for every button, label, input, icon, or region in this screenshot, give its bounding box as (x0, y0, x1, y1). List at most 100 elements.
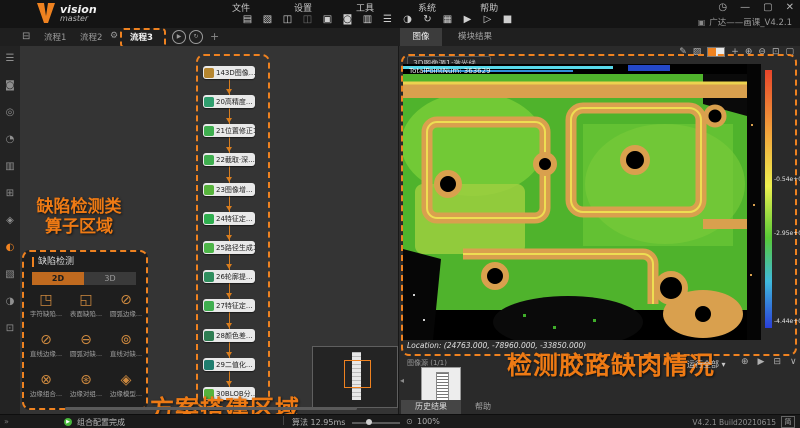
image-process-icon[interactable]: ▧ (5, 270, 14, 280)
import-icon[interactable]: ◫ (300, 13, 315, 26)
project-icon: ▣ (698, 18, 706, 27)
edge-pair-group-defect-icon: ⊛ (66, 372, 106, 388)
image-result-panel: ✎ ▨ + ⊕ ⊖ ⊡ ▢ 3D图像源1:激光线 ⌄ (398, 46, 800, 414)
render-toggle[interactable] (707, 47, 725, 57)
operator-category-rail: ☰ ◙ ◎ ◔ ▥ ⊞ ◈ ◐ ▧ ◑ ⊡ (0, 46, 20, 414)
open-icon[interactable]: ▧ (260, 13, 275, 26)
color-process-icon[interactable]: ◑ (6, 297, 15, 307)
flow-node[interactable]: 29二值化... (203, 358, 255, 371)
delete-icon[interactable]: ⊟ (773, 357, 781, 367)
operator-arc-pair-defect[interactable]: ⊖圆弧对缺... (66, 332, 106, 358)
operator-edge-model-defect[interactable]: ◈边缘模型... (106, 372, 146, 398)
data-list-icon[interactable]: ☰ (380, 13, 395, 26)
wrench-icon[interactable]: ⚙ (110, 31, 118, 41)
height-colorbar (765, 70, 772, 328)
flow-list-icon[interactable]: ⊟ (22, 31, 30, 42)
crosshair-icon[interactable]: + (731, 46, 739, 58)
theme-icon[interactable]: ◷ (718, 2, 727, 13)
add-icon[interactable]: ⊕ (741, 357, 749, 367)
operator-line-edge-defect[interactable]: ⊘直线边缘... (26, 332, 66, 358)
run-icon[interactable]: ▶ (758, 357, 765, 367)
3d-heightmap-view[interactable] (403, 64, 761, 340)
fullscreen-icon[interactable]: ▢ (785, 46, 794, 58)
display-mode-icon[interactable]: ▨ (693, 46, 702, 58)
flow-node[interactable]: 22截取·深... (203, 153, 255, 166)
expand-icon[interactable]: » (4, 417, 9, 426)
tab-help[interactable]: 帮助 (465, 400, 501, 414)
tab-history-result[interactable]: 历史结果 (401, 400, 461, 414)
barcode-icon[interactable]: ▥ (360, 13, 375, 26)
run-once-icon[interactable]: ▷ (480, 13, 495, 26)
operator-surface-defect[interactable]: ◱表面缺陷... (66, 292, 106, 318)
defect-tools-icon[interactable]: ◐ (6, 243, 15, 253)
operator-char-defect[interactable]: ◳字符缺陷... (26, 292, 66, 318)
flow-node[interactable]: 25路径生成1 (203, 241, 255, 254)
stop-icon[interactable]: ■ (500, 13, 515, 26)
contrast-icon[interactable]: ◑ (400, 13, 415, 26)
tab-module-result[interactable]: 模块结果 (446, 28, 504, 46)
defect-tab-2d[interactable]: 2D (32, 272, 84, 285)
run-continuous-icon[interactable]: ▶ (460, 13, 475, 26)
window-controls: ◷ — ▢ ✕ (718, 2, 794, 13)
zoom-icon: ⊙ (406, 417, 413, 426)
defect-tab-3d[interactable]: 3D (84, 272, 136, 285)
zoom-out-icon[interactable]: ⊖ (758, 46, 766, 58)
language-badge[interactable]: 简 (781, 416, 795, 428)
node-icon (204, 185, 214, 195)
preview-icon[interactable]: ▣ (320, 13, 335, 26)
zoom-slider[interactable] (352, 422, 400, 424)
zoom-level: 100% (417, 417, 440, 426)
surface-defect-icon: ◱ (66, 292, 106, 308)
run-all-dropdown[interactable]: 运行全部 ▾ (687, 359, 726, 370)
maximize-button[interactable]: ▢ (763, 2, 772, 13)
operator-edge-pair-group-defect[interactable]: ⊛边缘对组... (66, 372, 106, 398)
edit-icon[interactable]: ✎ (679, 46, 687, 58)
zoom-in-icon[interactable]: ⊕ (745, 46, 753, 58)
panel-collapse-icon[interactable]: ☰ (6, 54, 15, 64)
flow-node[interactable]: 20高精度... (203, 95, 255, 108)
flow-node[interactable]: 26轮廓提... (203, 270, 255, 283)
save-icon[interactable]: ▤ (240, 13, 255, 26)
flow-node[interactable]: 143D图像... (203, 66, 255, 79)
flow-tabstrip: ⊟ 流程1 流程2 ⚙ 流程3 ▶ ↻ + 图像 模块结果 (0, 28, 800, 47)
logic-tools-icon[interactable]: ⊡ (6, 324, 14, 334)
main-toolbar: ▤ ▧ ◫ ◫ ▣ ◙ ▥ ☰ ◑ ↻ ▦ ▶ ▷ ■ (240, 13, 515, 26)
recognition-tools-icon[interactable]: ▥ (5, 162, 14, 172)
zoom-slider-knob[interactable] (366, 419, 372, 425)
canvas-minimap[interactable] (312, 346, 398, 408)
alignment-tools-icon[interactable]: ◈ (6, 216, 14, 226)
add-flow-button[interactable]: + (210, 30, 219, 43)
flow-node[interactable]: 27特征定... (203, 299, 255, 312)
loop-run-icon[interactable]: ↻ (189, 30, 203, 44)
canvas-horizontal-scrollbar[interactable] (65, 407, 357, 410)
film-icon[interactable]: ▦ (440, 13, 455, 26)
run-flow-icon[interactable]: ▶ (172, 30, 186, 44)
flow-node[interactable]: 28颜色差... (203, 329, 255, 342)
fit-window-icon[interactable]: ⊡ (772, 46, 780, 58)
camera-icon[interactable]: ◙ (340, 13, 355, 26)
char-defect-icon: ◳ (26, 292, 66, 308)
flow-canvas[interactable]: 143D图像... 20高精度... 21位置修正1 22截取·深... 23图… (20, 46, 398, 414)
calibration-tools-icon[interactable]: ⊞ (6, 189, 14, 199)
flow-node[interactable]: 24特征定... (203, 212, 255, 225)
flow-node[interactable]: 21位置修正1 (203, 124, 255, 137)
logo-text-master: master (60, 15, 97, 23)
operator-arc-edge-defect[interactable]: ⊘圆弧边缘... (106, 292, 146, 318)
export-icon[interactable]: ◫ (280, 13, 295, 26)
operator-edge-group-defect[interactable]: ⊗边缘组合... (26, 372, 66, 398)
tab-image[interactable]: 图像 (400, 28, 442, 46)
minimize-button[interactable]: — (740, 2, 750, 13)
tab-flow1[interactable]: 流程1 (44, 31, 66, 43)
close-button[interactable]: ✕ (786, 2, 794, 13)
location-tools-icon[interactable]: ◎ (6, 108, 15, 118)
loop-icon[interactable]: ↻ (420, 13, 435, 26)
collapse-strip-icon[interactable]: ◂ (400, 376, 404, 385)
measure-tools-icon[interactable]: ◔ (6, 135, 15, 145)
tab-flow2[interactable]: 流程2 (80, 31, 102, 43)
chevron-down-icon[interactable]: ∨ (790, 357, 797, 367)
minimap-viewport[interactable] (344, 360, 371, 388)
operator-line-pair-defect[interactable]: ⊚直线对缺... (106, 332, 146, 358)
acquisition-icon[interactable]: ◙ (5, 81, 15, 91)
tab-flow3[interactable]: 流程3 (130, 31, 153, 43)
flow-node[interactable]: 23图像增... (203, 183, 255, 196)
